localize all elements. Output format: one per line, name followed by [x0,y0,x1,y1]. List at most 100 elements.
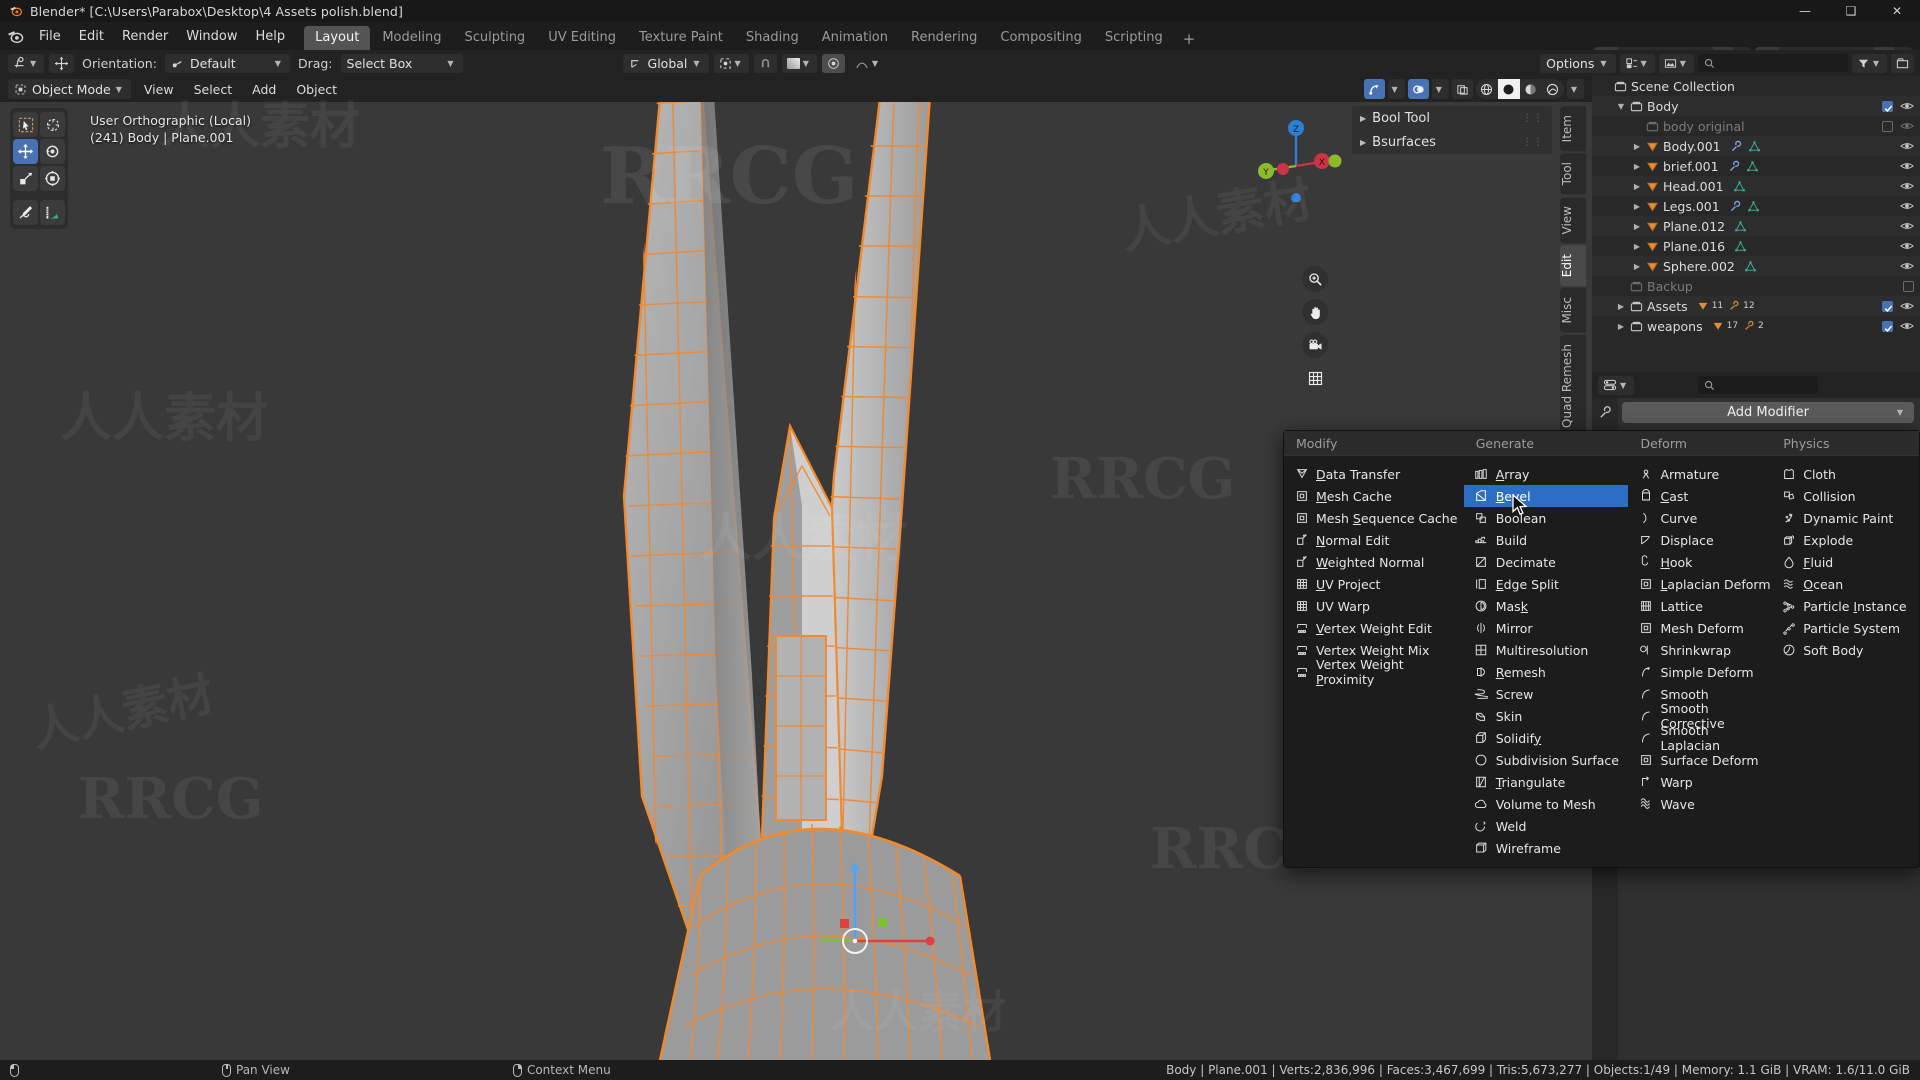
menu-file[interactable]: File [30,26,70,47]
maximize-button[interactable]: ❑ [1828,0,1874,22]
viewport-menu-view[interactable]: View [137,80,181,99]
collection-exclude-checkbox[interactable] [1882,121,1893,132]
sidebar-tab-quad-remesh[interactable]: Quad Remesh [1560,335,1586,437]
interaction-mode-dropdown[interactable]: Object Mode ▼ [8,79,131,99]
visibility-eye-icon[interactable] [1900,100,1914,112]
shading-material-preview-icon[interactable] [1520,79,1542,99]
annotate-tool-icon[interactable] [13,200,38,225]
modifier-item-curve[interactable]: Curve [1628,507,1771,529]
collection-exclude-checkbox[interactable] [1882,101,1893,112]
expand-triangle-right-icon[interactable]: ▶ [1614,302,1628,311]
outliner-row[interactable]: Backup [1592,276,1920,296]
modifier-item-mask[interactable]: Mask [1464,595,1629,617]
modifier-item-bevel[interactable]: Bevel [1464,485,1629,507]
visibility-eye-icon[interactable] [1900,220,1914,232]
mesh-data-icon[interactable] [1733,180,1746,193]
mesh-data-icon[interactable] [1734,220,1747,233]
new-collection-icon[interactable] [1891,54,1914,73]
modifier-wrench-icon[interactable] [1730,140,1743,153]
modifier-item-skin[interactable]: Skin [1464,705,1629,727]
mesh-data-icon[interactable] [1748,140,1761,153]
mesh-data-icon[interactable] [1747,200,1760,213]
shading-wireframe-icon[interactable] [1476,79,1498,99]
outliner-row[interactable]: ▶Head.001 [1592,176,1920,196]
modifier-item-volume-to-mesh[interactable]: Volume to Mesh [1464,793,1629,815]
npanel-drag-dots-icon[interactable]: ⋮⋮ [1522,113,1544,124]
zoom-icon[interactable] [1302,266,1328,292]
npanel-item-bsurfaces[interactable]: ▶ Bsurfaces ⋮⋮ [1352,130,1552,154]
add-modifier-menu[interactable]: ModifyData TransferMesh CacheMesh Sequen… [1283,430,1920,868]
visibility-eye-icon[interactable] [1900,320,1914,332]
minimize-button[interactable]: — [1782,0,1828,22]
modifier-item-smooth-laplacian[interactable]: Smooth Laplacian [1628,727,1771,749]
xray-toggle-icon[interactable] [1452,79,1473,99]
visibility-eye-icon[interactable] [1900,180,1914,192]
expand-triangle-right-icon[interactable]: ▶ [1630,222,1644,231]
workspace-tab-layout[interactable]: Layout [304,26,370,50]
modifier-item-multiresolution[interactable]: Multiresolution [1464,639,1629,661]
modifier-item-vertex-weight-proximity[interactable]: Vertex Weight Proximity [1284,661,1464,683]
collection-exclude-checkbox[interactable] [1882,321,1893,332]
proportional-edit-icon[interactable] [822,54,845,73]
modifier-item-build[interactable]: Build [1464,529,1629,551]
properties-editor-type-icon[interactable]: ▼ [1598,376,1634,395]
move-gizmo[interactable] [820,846,960,976]
modifier-item-surface-deform[interactable]: Surface Deform [1628,749,1771,771]
modifier-item-decimate[interactable]: Decimate [1464,551,1629,573]
sidebar-tab-edit[interactable]: Edit [1560,245,1586,286]
outliner-row[interactable]: ▶Plane.016 [1592,236,1920,256]
viewport-menu-add[interactable]: Add [245,80,283,99]
workspace-tab-compositing[interactable]: Compositing [989,26,1093,50]
modifier-item-particle-instance[interactable]: Particle Instance [1771,595,1919,617]
modifier-item-solidify[interactable]: Solidify [1464,727,1629,749]
outliner-filter-icon[interactable]: ▼ [1620,54,1655,73]
modifier-item-cast[interactable]: Cast [1628,485,1771,507]
collection-exclude-checkbox[interactable] [1882,301,1893,312]
expand-triangle-right-icon[interactable]: ▶ [1614,322,1628,331]
modifier-item-soft-body[interactable]: Soft Body [1771,639,1919,661]
modifier-item-cloth[interactable]: Cloth [1771,463,1919,485]
rotate-tool-icon[interactable] [40,139,65,164]
tab-tool-icon[interactable] [1594,402,1616,422]
properties-search-input[interactable] [1698,376,1818,394]
outliner-row[interactable]: body original [1592,116,1920,136]
modifier-item-boolean[interactable]: Boolean [1464,507,1629,529]
modifier-item-uv-project[interactable]: UV Project [1284,573,1464,595]
add-workspace-button[interactable]: + [1175,28,1204,50]
snap-target-dropdown[interactable]: ▼ [782,54,817,73]
sidebar-tab-misc[interactable]: Misc [1560,288,1586,333]
outliner-row[interactable]: ▶Sphere.002 [1592,256,1920,276]
modifier-item-edge-split[interactable]: Edge Split [1464,573,1629,595]
drag-dropdown[interactable]: Select Box ▼ [341,54,463,73]
visibility-eye-icon[interactable] [1900,120,1914,132]
sidebar-tab-view[interactable]: View [1560,197,1586,243]
modifier-item-ocean[interactable]: Ocean [1771,573,1919,595]
sidebar-tab-item[interactable]: Item [1560,106,1586,151]
viewport-menu-select[interactable]: Select [187,80,240,99]
modifier-item-particle-system[interactable]: Particle System [1771,617,1919,639]
collection-exclude-checkbox[interactable] [1903,281,1914,292]
active-tool-icon[interactable]: ▼ [8,54,44,73]
modifier-item-simple-deform[interactable]: Simple Deform [1628,661,1771,683]
modifier-item-wave[interactable]: Wave [1628,793,1771,815]
modifier-item-mesh-cache[interactable]: Mesh Cache [1284,485,1464,507]
workspace-tab-texture-paint[interactable]: Texture Paint [628,26,734,50]
scale-tool-icon[interactable] [13,166,38,191]
camera-view-icon[interactable] [1302,332,1328,358]
orientation-dropdown[interactable]: Default ▼ [165,54,290,73]
modifier-item-wireframe[interactable]: Wireframe [1464,837,1629,859]
modifier-item-uv-warp[interactable]: UV Warp [1284,595,1464,617]
show-overlays-icon[interactable] [1408,79,1429,99]
transform-space-dropdown[interactable]: Global ▼ [623,54,709,73]
visibility-eye-icon[interactable] [1900,160,1914,172]
modifier-item-vertex-weight-edit[interactable]: Vertex Weight Edit [1284,617,1464,639]
visibility-eye-icon[interactable] [1900,200,1914,212]
expand-triangle-right-icon[interactable]: ▶ [1630,262,1644,271]
show-gizmo-icon[interactable] [1364,79,1385,99]
modifier-item-normal-edit[interactable]: Normal Edit [1284,529,1464,551]
mesh-data-icon[interactable] [1744,260,1757,273]
outliner-row[interactable]: ▶brief.001 [1592,156,1920,176]
modifier-item-displace[interactable]: Displace [1628,529,1771,551]
expand-triangle-right-icon[interactable]: ▶ [1630,242,1644,251]
workspace-tab-rendering[interactable]: Rendering [900,26,988,50]
